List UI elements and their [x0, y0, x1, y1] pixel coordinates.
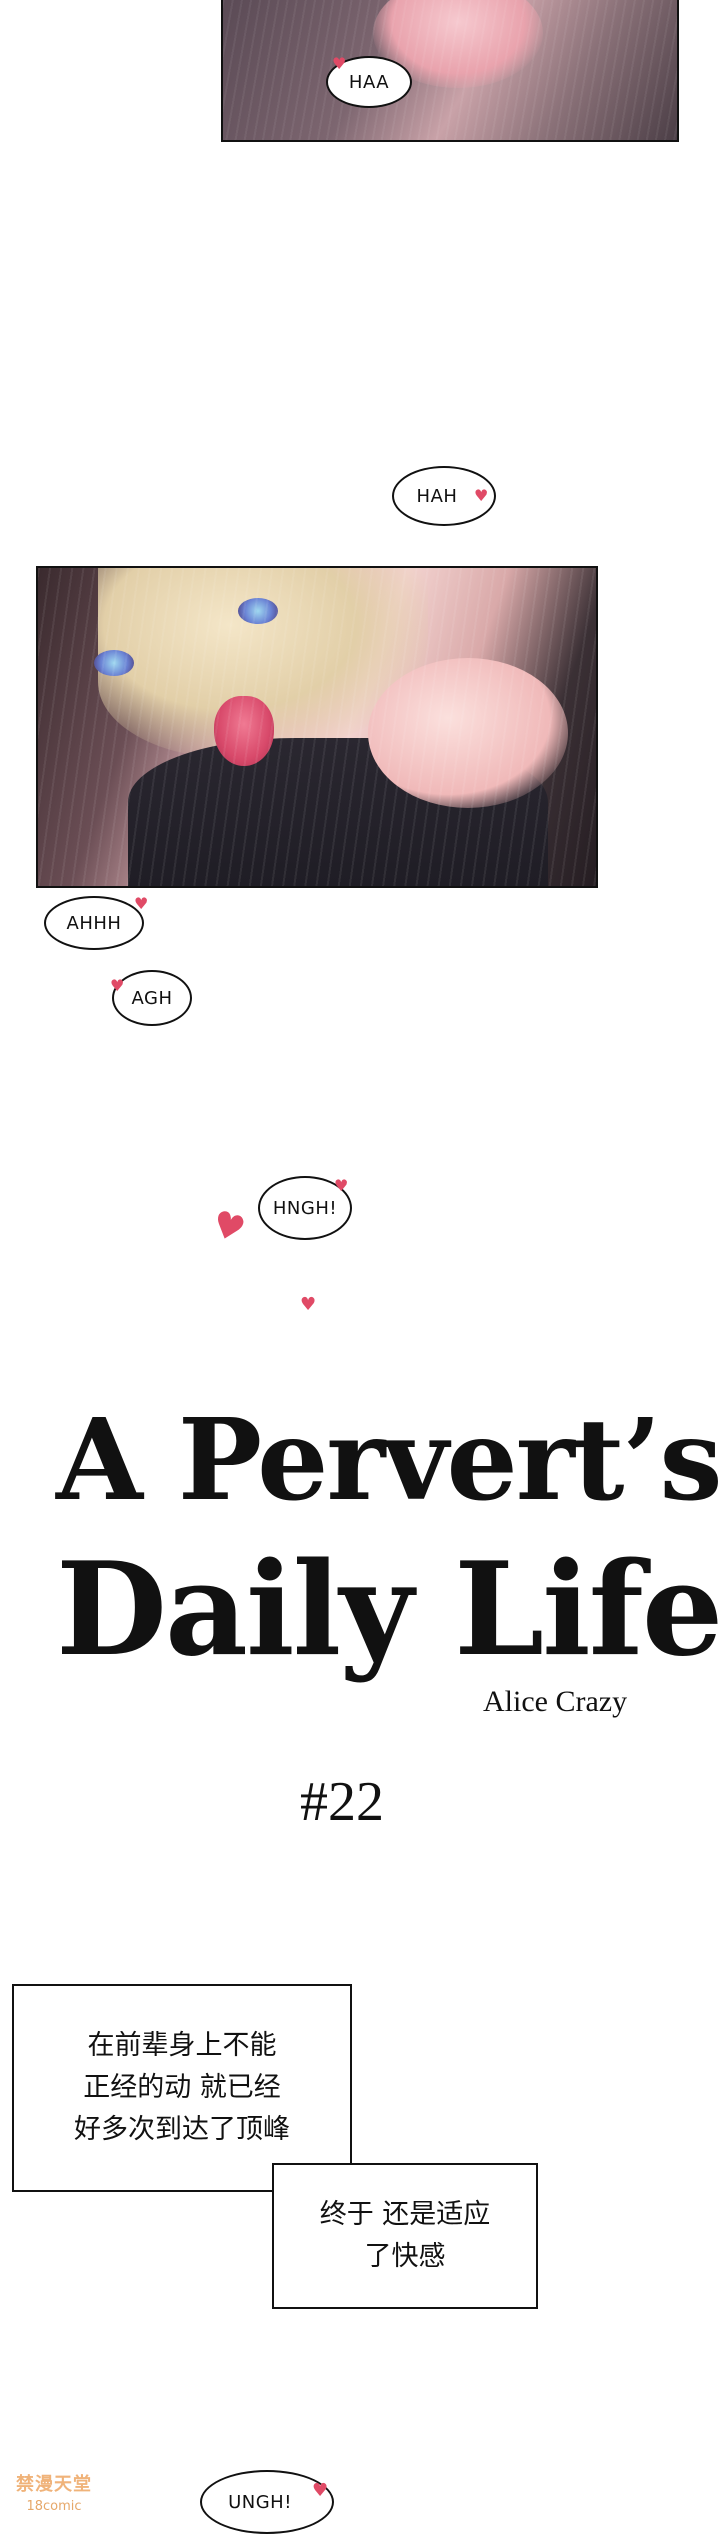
series-title: A Pervert’s Daily Life Alice Crazy	[0, 1395, 720, 1775]
heart-icon: ♥	[134, 894, 149, 913]
speech-text: UNGH!	[228, 2491, 292, 2513]
speech-text: HAA	[348, 71, 390, 93]
heart-icon: ♥	[312, 2480, 329, 2501]
speech-text: HNGH!	[272, 1197, 338, 1219]
heart-icon: ♥	[300, 1294, 317, 1315]
speech-text: AGH	[131, 987, 173, 1009]
rain-overlay	[223, 0, 677, 140]
watermark-line-2: 18comic	[26, 2499, 82, 2514]
narration-box-1: 在前辈身上不能 正经的动 就已经 好多次到达了顶峰	[12, 1984, 352, 2192]
heart-icon: ♥	[206, 1203, 250, 1253]
heart-icon: ♥	[332, 54, 347, 73]
speech-text: HAH	[416, 485, 458, 507]
title-line-1: A Pervert’s	[56, 1395, 720, 1526]
heart-icon: ♥	[474, 486, 489, 505]
chapter-number: #22	[300, 1771, 384, 1833]
rain-overlay	[38, 568, 596, 886]
title-line-2: Daily Life	[56, 1535, 720, 1685]
speech-text: AHHH	[66, 912, 122, 934]
site-watermark: 禁漫天堂 18comic	[0, 2474, 108, 2526]
author-name: Alice Crazy	[483, 1685, 628, 1718]
middle-art-panel	[36, 566, 598, 888]
narration-box-2: 终于 还是适应 了快感	[272, 2163, 538, 2309]
narration-text: 终于 还是适应 了快感	[319, 2199, 491, 2272]
speech-bubble-ahhh: AHHH	[44, 896, 144, 950]
watermark-line-1: 禁漫天堂	[16, 2474, 92, 2495]
top-art-panel	[221, 0, 679, 142]
heart-icon: ♥	[110, 976, 125, 995]
narration-text: 在前辈身上不能 正经的动 就已经 好多次到达了顶峰	[74, 2030, 290, 2145]
heart-icon: ♥	[334, 1176, 349, 1195]
